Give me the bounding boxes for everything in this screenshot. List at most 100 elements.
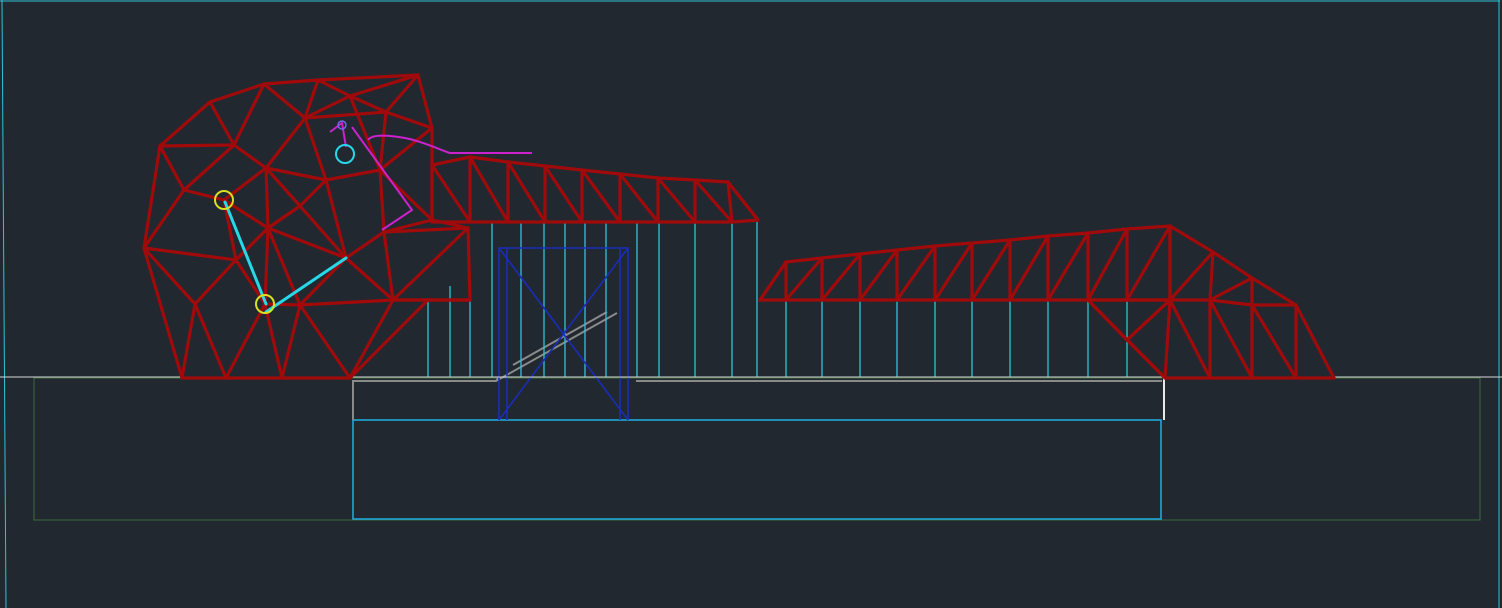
truss-member bbox=[324, 168, 382, 182]
truss-member bbox=[1168, 250, 1215, 302]
truss-member bbox=[316, 78, 352, 98]
truss-member bbox=[263, 302, 284, 380]
truss-member bbox=[193, 302, 228, 380]
truss-member bbox=[391, 226, 470, 302]
truss-member bbox=[384, 110, 434, 130]
truss-member bbox=[348, 298, 430, 380]
truss-member bbox=[158, 144, 186, 192]
truss-chord bbox=[820, 252, 862, 260]
truss-member bbox=[1294, 303, 1336, 380]
truss-member bbox=[266, 204, 302, 230]
truss-member bbox=[180, 302, 197, 380]
truss-diagonal bbox=[933, 241, 974, 302]
truss-diagonal bbox=[580, 168, 622, 224]
truss-member bbox=[264, 116, 307, 170]
truss-member bbox=[262, 82, 307, 120]
truss-member bbox=[232, 143, 268, 170]
truss-member bbox=[303, 116, 328, 182]
cad-drawing-canvas[interactable] bbox=[0, 0, 1502, 608]
truss-diagonal bbox=[656, 176, 697, 224]
truss-diagonal bbox=[543, 164, 584, 224]
truss-chord bbox=[693, 178, 730, 184]
truss-chord bbox=[543, 164, 584, 172]
truss-member bbox=[158, 143, 236, 148]
truss-diagonal bbox=[1125, 224, 1172, 302]
truss-member bbox=[1208, 298, 1254, 307]
truss-member bbox=[264, 166, 270, 230]
truss-member bbox=[142, 246, 238, 262]
truss-member bbox=[378, 168, 386, 234]
truss-member bbox=[1211, 250, 1254, 280]
truss-member bbox=[182, 143, 236, 192]
truss-chord bbox=[1125, 224, 1172, 231]
truss-member bbox=[298, 178, 328, 208]
truss-chord bbox=[618, 172, 660, 180]
truss-diagonal bbox=[1086, 227, 1129, 302]
truss-member bbox=[348, 298, 395, 380]
site-boundary-rect bbox=[33, 377, 1481, 521]
truss-member bbox=[344, 256, 395, 302]
truss-diagonal bbox=[820, 252, 862, 302]
truss-member bbox=[182, 188, 226, 202]
truss-chord bbox=[468, 155, 510, 164]
truss-member bbox=[263, 302, 302, 307]
tail-truss-girder bbox=[758, 224, 1336, 380]
truss-member bbox=[193, 258, 238, 306]
truss-member bbox=[298, 256, 348, 307]
truss-diagonal bbox=[468, 155, 510, 224]
truss-member bbox=[298, 298, 395, 307]
jaw-linkage-arm[interactable] bbox=[223, 200, 348, 314]
truss-chord bbox=[858, 248, 899, 256]
truss-member bbox=[280, 303, 302, 380]
cad-drawing-viewport[interactable] bbox=[0, 0, 1502, 608]
truss-diagonal bbox=[430, 163, 472, 224]
truss-member bbox=[298, 303, 352, 380]
truss-member bbox=[382, 230, 395, 302]
truss-chord bbox=[506, 160, 547, 168]
truss-diagonal bbox=[895, 244, 937, 302]
truss-member bbox=[142, 144, 162, 250]
truss-member bbox=[378, 110, 388, 172]
truss-member bbox=[263, 226, 270, 306]
truss-member bbox=[1125, 298, 1172, 342]
neck-truss-girder bbox=[430, 155, 760, 224]
truss-member bbox=[466, 226, 472, 302]
truss-member bbox=[1250, 276, 1298, 307]
truss-diagonal bbox=[858, 248, 899, 302]
head-truss-mesh bbox=[142, 73, 472, 380]
truss-member bbox=[1250, 303, 1298, 380]
truss-diagonal bbox=[506, 160, 547, 224]
basin-rectangle bbox=[352, 419, 1162, 520]
truss-chord bbox=[784, 256, 824, 264]
truss-chord bbox=[895, 244, 937, 252]
truss-member bbox=[416, 73, 434, 130]
truss-member bbox=[344, 230, 386, 260]
eye-pivot[interactable] bbox=[335, 144, 355, 164]
truss-chord bbox=[1046, 231, 1090, 238]
truss-chord bbox=[1086, 227, 1129, 235]
foundation-slab bbox=[352, 311, 1165, 420]
truss-member bbox=[1168, 224, 1215, 254]
truss-chord bbox=[580, 168, 622, 176]
truss-member bbox=[208, 100, 236, 147]
truss-chord bbox=[970, 238, 1012, 245]
truss-chord bbox=[1008, 234, 1050, 242]
truss-member bbox=[262, 78, 320, 86]
truss-diagonal bbox=[693, 178, 734, 224]
cross-braced-frame bbox=[498, 247, 629, 421]
truss-diagonal bbox=[1046, 231, 1090, 302]
truss-diagonal bbox=[970, 238, 1012, 302]
truss-member bbox=[158, 100, 212, 148]
truss-member bbox=[1208, 276, 1254, 302]
truss-member bbox=[1168, 298, 1212, 380]
truss-chord bbox=[656, 176, 697, 182]
truss-member bbox=[1208, 250, 1215, 302]
truss-diagonal bbox=[618, 172, 660, 224]
truss-diagonal bbox=[1008, 234, 1050, 302]
truss-chord bbox=[430, 155, 472, 167]
truss-member bbox=[378, 126, 434, 172]
truss-chord bbox=[730, 218, 760, 224]
truss-diagonal bbox=[784, 256, 824, 302]
truss-member bbox=[1208, 298, 1254, 380]
truss-member bbox=[222, 166, 268, 202]
